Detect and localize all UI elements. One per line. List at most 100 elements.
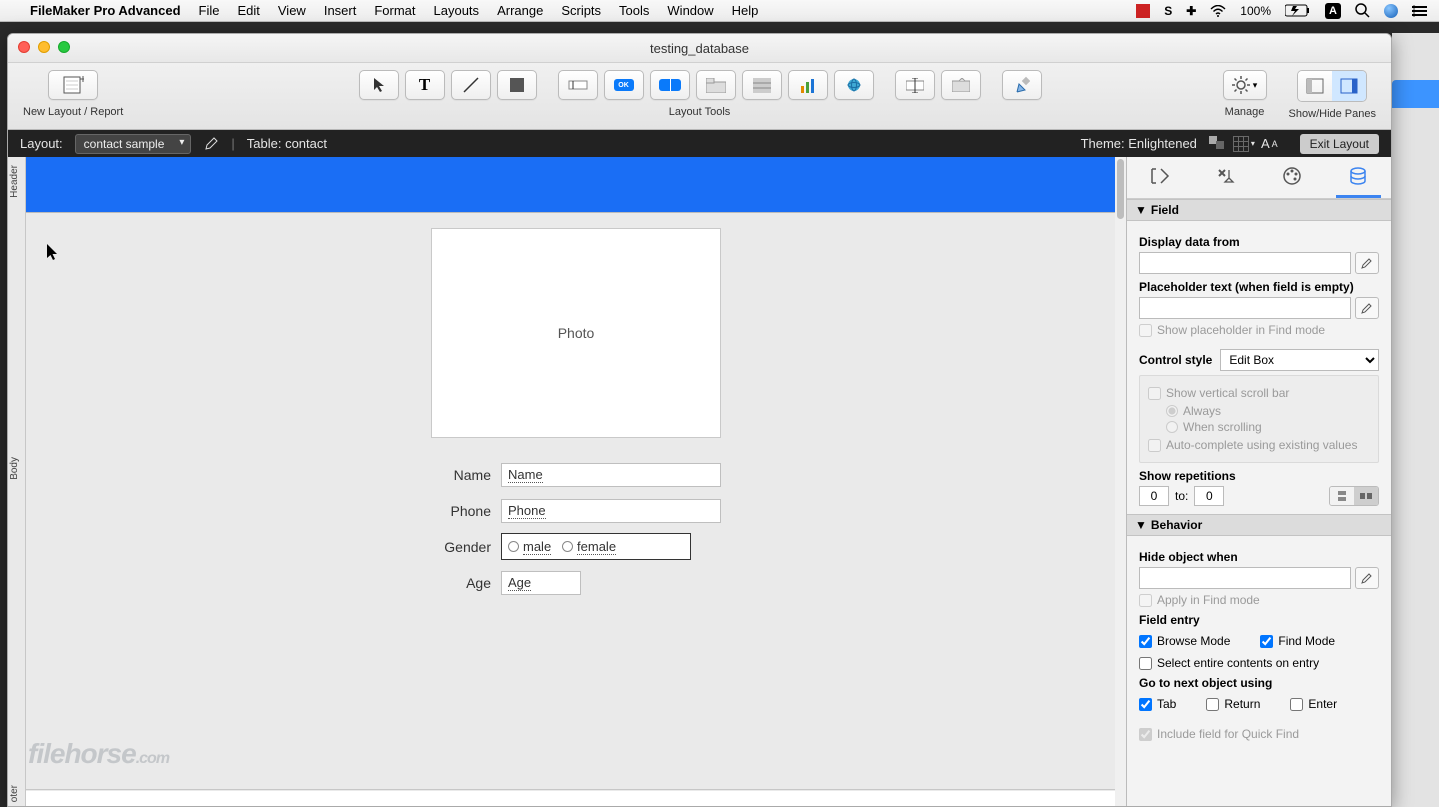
section-behavior-header[interactable]: ▼Behavior [1127, 514, 1391, 536]
field-control-tool[interactable] [895, 70, 935, 100]
menu-insert[interactable]: Insert [324, 3, 357, 18]
find-mode-checkbox[interactable]: Find Mode [1260, 634, 1335, 648]
tab-control-tool[interactable] [696, 70, 736, 100]
radio-male-icon[interactable] [508, 541, 519, 552]
control-style-select[interactable]: Edit Box [1220, 349, 1379, 371]
show-left-pane-button[interactable] [1298, 71, 1332, 101]
window-minimize-icon[interactable] [38, 41, 50, 53]
text-options-icon[interactable]: AA [1261, 136, 1278, 152]
wifi-icon[interactable] [1210, 5, 1226, 17]
inspector-tab-styles[interactable] [1204, 158, 1249, 198]
statusbar-red-icon[interactable] [1136, 4, 1150, 18]
spotlight-icon[interactable] [1355, 3, 1370, 18]
select-entire-checkbox[interactable]: Select entire contents on entry [1139, 656, 1379, 670]
canvas-scrollbar[interactable] [1115, 157, 1126, 806]
part-header-label[interactable]: Header [9, 165, 20, 198]
vscroll-when-radio[interactable]: When scrolling [1166, 420, 1370, 434]
menu-arrange[interactable]: Arrange [497, 3, 543, 18]
name-label[interactable]: Name [431, 467, 491, 483]
apply-find-checkbox[interactable]: Apply in Find mode [1139, 593, 1379, 607]
button-tool[interactable]: OK [604, 70, 644, 100]
field-tool[interactable] [558, 70, 598, 100]
go-return-checkbox[interactable]: Return [1206, 697, 1260, 711]
format-painter-tool[interactable] [1002, 70, 1042, 100]
statusbar-plus-icon[interactable]: ✚ [1186, 4, 1196, 18]
radio-female-icon[interactable] [562, 541, 573, 552]
menu-file[interactable]: File [199, 3, 220, 18]
part-body-label[interactable]: Body [9, 457, 20, 480]
hide-object-pencil-icon[interactable] [1355, 567, 1379, 589]
age-field[interactable]: Age [501, 571, 581, 595]
layout-canvas[interactable]: Photo Name Name Phone Phone Gender male [26, 157, 1126, 806]
name-field[interactable]: Name [501, 463, 721, 487]
header-part[interactable] [26, 157, 1115, 212]
menu-help[interactable]: Help [732, 3, 759, 18]
inspector-tab-appearance[interactable] [1270, 158, 1315, 198]
go-enter-checkbox[interactable]: Enter [1290, 697, 1337, 711]
go-tab-checkbox[interactable]: Tab [1139, 697, 1176, 711]
statusbar-globe-icon[interactable] [1384, 4, 1398, 18]
placeholder-pencil-icon[interactable] [1355, 297, 1379, 319]
phone-field[interactable]: Phone [501, 499, 721, 523]
pointer-tool[interactable] [359, 70, 399, 100]
rep-from-input[interactable] [1139, 486, 1169, 506]
rectangle-tool[interactable] [497, 70, 537, 100]
hide-object-when-input[interactable] [1139, 567, 1351, 589]
show-right-pane-button[interactable] [1332, 71, 1366, 101]
new-layout-button[interactable] [48, 70, 98, 100]
battery-icon[interactable] [1285, 4, 1311, 17]
show-vscroll-checkbox[interactable]: Show vertical scroll bar [1148, 386, 1370, 400]
autocomplete-checkbox[interactable]: Auto-complete using existing values [1148, 438, 1370, 452]
edit-layout-icon[interactable] [203, 136, 219, 152]
browse-mode-checkbox[interactable]: Browse Mode [1139, 634, 1230, 648]
footer-part[interactable] [26, 791, 1115, 806]
popover-tool[interactable] [941, 70, 981, 100]
inspector-tab-position[interactable] [1138, 158, 1183, 198]
inspector-tab-data[interactable] [1336, 158, 1381, 198]
vscroll-always-radio[interactable]: Always [1166, 404, 1370, 418]
menu-layouts[interactable]: Layouts [434, 3, 480, 18]
phone-label[interactable]: Phone [431, 503, 491, 519]
display-data-pencil-icon[interactable] [1355, 252, 1379, 274]
menu-edit[interactable]: Edit [237, 3, 259, 18]
layout-selector[interactable]: contact sample [75, 134, 192, 154]
chart-tool[interactable] [788, 70, 828, 100]
display-data-from-input[interactable] [1139, 252, 1351, 274]
window-close-icon[interactable] [18, 41, 30, 53]
web-viewer-tool[interactable] [834, 70, 874, 100]
gender-label[interactable]: Gender [431, 539, 491, 555]
menu-window[interactable]: Window [667, 3, 713, 18]
show-placeholder-find-checkbox[interactable]: Show placeholder in Find mode [1139, 323, 1379, 337]
line-tool[interactable] [451, 70, 491, 100]
part-footer-label[interactable]: oter [9, 785, 20, 802]
menu-tools[interactable]: Tools [619, 3, 649, 18]
window-maximize-icon[interactable] [58, 41, 70, 53]
photo-container-field[interactable]: Photo [431, 228, 721, 438]
include-quick-find-checkbox[interactable]: Include field for Quick Find [1139, 727, 1379, 741]
button-bar-tool[interactable] [650, 70, 690, 100]
grid-options-icon[interactable]: ▾ [1233, 136, 1255, 152]
portal-tool[interactable] [742, 70, 782, 100]
placeholder-text-input[interactable] [1139, 297, 1351, 319]
statusbar-s-icon[interactable]: S [1164, 4, 1172, 18]
notification-center-icon[interactable] [1412, 5, 1427, 17]
menubar-app-name[interactable]: FileMaker Pro Advanced [30, 3, 181, 18]
text-tool[interactable]: T [405, 70, 445, 100]
menu-scripts[interactable]: Scripts [561, 3, 601, 18]
body-part[interactable]: Photo Name Name Phone Phone Gender male [26, 213, 1115, 790]
gender-field[interactable]: male female [501, 533, 691, 560]
exit-layout-button[interactable]: Exit Layout [1300, 134, 1379, 154]
menu-view[interactable]: View [278, 3, 306, 18]
theme-swap-icon[interactable] [1209, 136, 1227, 152]
input-source-icon[interactable]: A [1325, 3, 1341, 19]
theme-label[interactable]: Theme: Enlightened [1081, 136, 1197, 151]
footer-divider[interactable] [26, 789, 1115, 790]
section-field-header[interactable]: ▼Field [1127, 199, 1391, 221]
age-label[interactable]: Age [431, 575, 491, 591]
rep-vertical-button[interactable] [1330, 487, 1354, 505]
battery-percent: 100% [1240, 4, 1271, 18]
menu-format[interactable]: Format [374, 3, 415, 18]
rep-horizontal-button[interactable] [1354, 487, 1378, 505]
manage-button[interactable]: ▾ [1223, 70, 1267, 100]
rep-to-input[interactable] [1194, 486, 1224, 506]
